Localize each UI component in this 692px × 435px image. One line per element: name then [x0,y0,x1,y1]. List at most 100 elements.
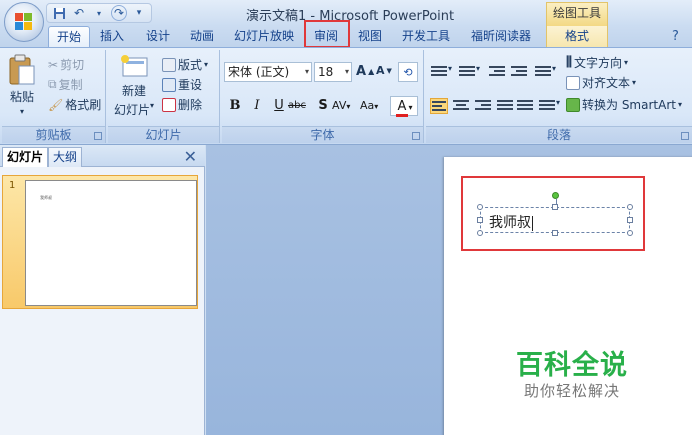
watermark-subtitle: 助你轻松解决 [524,382,621,400]
reset-icon [162,77,176,92]
change-case-button[interactable]: Aa▾ [360,96,378,116]
text-direction-dropdown-icon: ▾ [624,58,629,67]
drawing-tools-label: 绘图工具 [546,2,608,26]
align-right-icon[interactable] [474,98,492,114]
convert-smartart-button[interactable]: 转换为 SmartArt ▾ [566,96,682,113]
font-size-dropdown-icon: ▾ [344,67,349,76]
cut-button[interactable]: ✂ 剪切 [48,56,84,73]
watermark-title: 百科全说 [516,350,628,381]
shrink-font-button[interactable]: A ▼ [376,64,392,77]
shadow-button[interactable]: S [314,96,332,116]
font-color-button[interactable]: A ▾ [390,96,418,117]
grow-font-button[interactable]: A ▲ [356,64,374,79]
undo-icon[interactable]: ↶ [71,5,87,21]
layout-button[interactable]: 版式 ▾ [162,56,208,73]
convert-smartart-dropdown-icon: ▾ [677,100,682,109]
quick-access-toolbar: ↶ ▾ ↷ ▾ [46,3,152,23]
font-color-icon: A [395,99,409,117]
tab-animation[interactable]: 动画 [184,26,220,48]
delete-label: 删除 [178,98,203,112]
slide-thumbnail-list: 1 我师叔 [2,175,198,435]
slides-group: 新建 幻灯片 ▾ 版式 ▾ 重设 删除 幻灯片 [108,50,220,143]
character-spacing-button[interactable]: AV▾ [332,96,350,116]
font-name-value: 宋体 (正文) [228,65,290,79]
slide-thumbnail-1[interactable]: 1 我师叔 [2,175,198,309]
tab-slides[interactable]: 幻灯片 [2,147,49,167]
text-direction-button[interactable]: ⫼ 文字方向 ▾ [566,54,628,71]
bullets-icon[interactable] [430,64,448,80]
new-slide-label-2: 幻灯片 [114,103,151,117]
slide-thumbnail-preview: 我师叔 [25,180,197,306]
help-icon[interactable]: ? [672,29,679,44]
font-name-select[interactable]: 宋体 (正文) ▾ [224,62,312,82]
bullets-dropdown-icon[interactable]: ▾ [448,64,452,73]
align-left-icon[interactable] [430,98,448,114]
tab-insert[interactable]: 插入 [94,26,130,48]
strikethrough-button[interactable]: abc [288,96,306,116]
dropdown-icon[interactable]: ▾ [91,5,107,21]
increase-indent-icon[interactable] [510,64,528,80]
change-case-label: Aa [360,99,375,112]
font-name-dropdown-icon: ▾ [304,67,309,76]
save-icon[interactable] [51,5,67,21]
convert-smartart-label: 转换为 SmartArt [582,98,676,112]
copy-button[interactable]: ⧉ 复制 [48,76,83,93]
paste-button[interactable]: 粘贴 ▾ [8,54,36,116]
thumbnail-text: 我师叔 [40,195,52,200]
review-tab-highlight [304,20,350,48]
tab-developer[interactable]: 开发工具 [396,26,456,48]
scissors-icon: ✂ [48,57,59,72]
distributed-icon[interactable] [516,98,534,114]
italic-button[interactable]: I [248,96,266,116]
underline-button[interactable]: U [270,96,288,116]
font-size-select[interactable]: 18 ▾ [314,62,352,82]
text-direction-label: 文字方向 [573,56,622,70]
decrease-indent-icon[interactable] [488,64,506,80]
format-painter-button[interactable]: 🖌 格式刷 [48,96,101,113]
clipboard-group-label: 剪贴板 [2,126,105,143]
text-direction-icon: ⫼ [566,55,572,70]
tab-slideshow[interactable]: 幻灯片放映 [228,26,300,48]
paste-dropdown-icon: ▾ [19,107,24,116]
brush-icon: 🖌 [48,97,64,112]
reset-button[interactable]: 重设 [162,76,202,93]
tab-design[interactable]: 设计 [140,26,176,48]
redo-icon[interactable]: ↷ [111,5,127,21]
delete-slide-button[interactable]: 删除 [162,96,202,113]
customize-qat-icon[interactable]: ▾ [131,5,147,21]
bold-button[interactable]: B [226,96,244,116]
justify-icon[interactable] [496,98,514,114]
delete-slide-icon [162,97,176,112]
align-text-icon [566,75,580,90]
reset-label: 重设 [178,78,203,92]
numbering-icon[interactable] [458,64,476,80]
slide-number: 1 [9,180,16,191]
line-spacing-icon[interactable] [534,64,552,80]
tab-view[interactable]: 视图 [352,26,388,48]
office-logo-icon [15,13,33,31]
shrink-font-icon: A [376,64,385,77]
align-text-label: 对齐文本 [582,76,631,90]
layout-icon [162,57,176,72]
slides-group-label: 幻灯片 [108,126,219,143]
tab-home[interactable]: 开始 [48,26,90,48]
clear-format-button[interactable]: ⟲ [398,62,418,82]
font-launcher-icon[interactable] [412,132,420,140]
format-painter-label: 格式刷 [65,98,102,112]
columns-dropdown-icon[interactable]: ▾ [556,98,560,107]
new-slide-button[interactable]: 新建 幻灯片 ▾ [114,54,154,118]
paragraph-group-label: 段落 [426,126,692,143]
line-spacing-dropdown-icon[interactable]: ▾ [552,64,556,73]
align-center-icon[interactable] [452,98,470,114]
paragraph-launcher-icon[interactable] [681,132,689,140]
paste-icon [9,54,35,85]
clipboard-launcher-icon[interactable] [94,132,102,140]
office-button[interactable] [4,2,44,42]
align-text-button[interactable]: 对齐文本 ▾ [566,74,636,91]
tab-foxit-reader[interactable]: 福昕阅读器 [464,26,538,48]
close-icon[interactable]: ✕ [184,147,197,166]
tab-format[interactable]: 格式 [546,26,608,48]
numbering-dropdown-icon[interactable]: ▾ [476,64,480,73]
tab-outline[interactable]: 大纲 [48,147,83,167]
columns-icon[interactable] [538,98,556,114]
